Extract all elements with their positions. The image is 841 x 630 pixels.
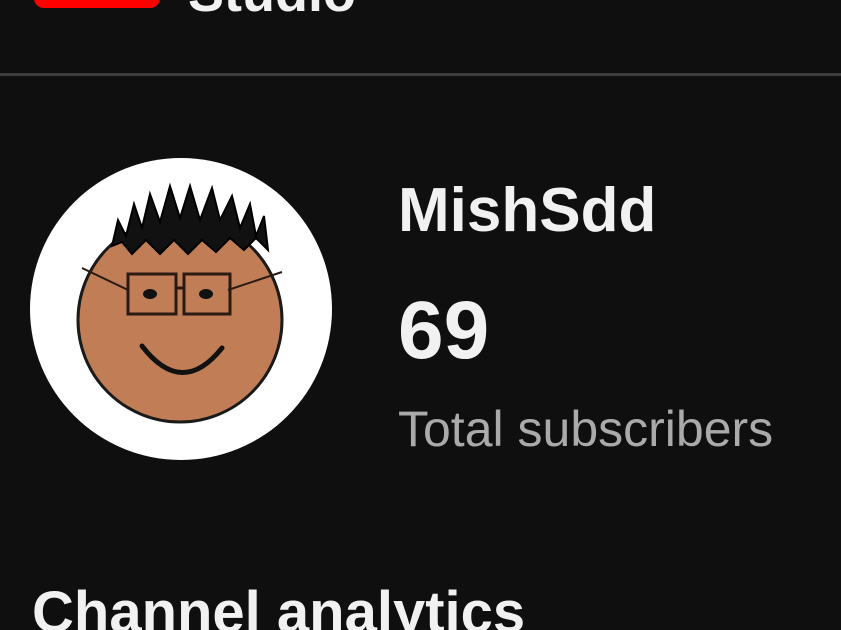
eye-right [199,289,213,299]
channel-avatar[interactable] [30,158,332,460]
subscriber-label: Total subscribers [398,401,774,457]
top-app-bar: Studio [0,0,841,74]
subscriber-count: 69 [398,285,490,376]
youtube-logo-icon[interactable] [34,0,160,8]
eye-left [143,289,157,299]
channel-analytics-heading: Channel analytics [32,580,526,630]
channel-name: MishSdd [398,176,657,245]
header-divider [0,73,841,76]
cartoon-face-avatar-icon [76,182,284,424]
face-shape [76,216,284,424]
app-title: Studio [188,0,356,20]
hair-shape [110,182,270,256]
